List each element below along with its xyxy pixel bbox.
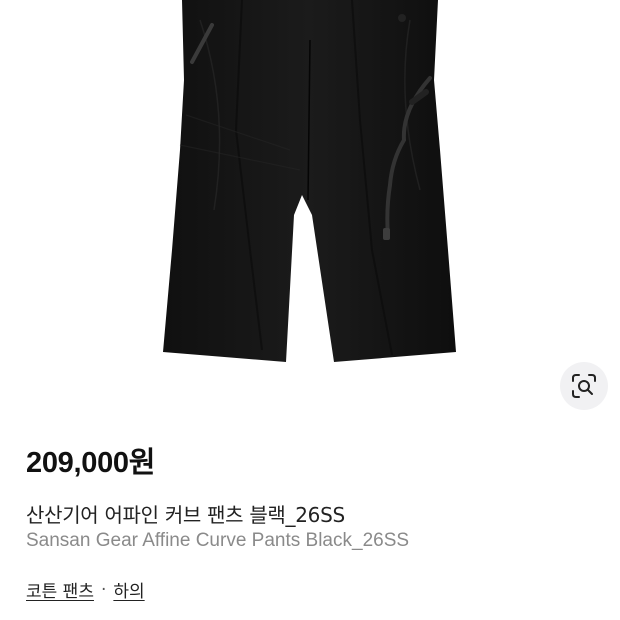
lens-search-icon — [572, 374, 596, 398]
breadcrumb-parent-link[interactable]: 하의 — [113, 577, 144, 602]
product-title-english: Sansan Gear Affine Curve Pants Black_26S… — [26, 530, 410, 551]
category-breadcrumb: 코튼 팬츠 · 하의 — [26, 577, 145, 603]
pants-photo — [163, 0, 456, 362]
product-price: 209,000원 — [26, 447, 156, 479]
product-image[interactable] — [0, 0, 620, 410]
image-search-button[interactable] — [560, 362, 608, 410]
product-title-korean: 산산기어 어파인 커브 팬츠 블랙_26SS — [26, 503, 345, 527]
breadcrumb-category-link[interactable]: 코튼 팬츠 — [26, 577, 94, 602]
breadcrumb-separator: · — [100, 579, 107, 600]
logo-patch — [398, 14, 406, 22]
